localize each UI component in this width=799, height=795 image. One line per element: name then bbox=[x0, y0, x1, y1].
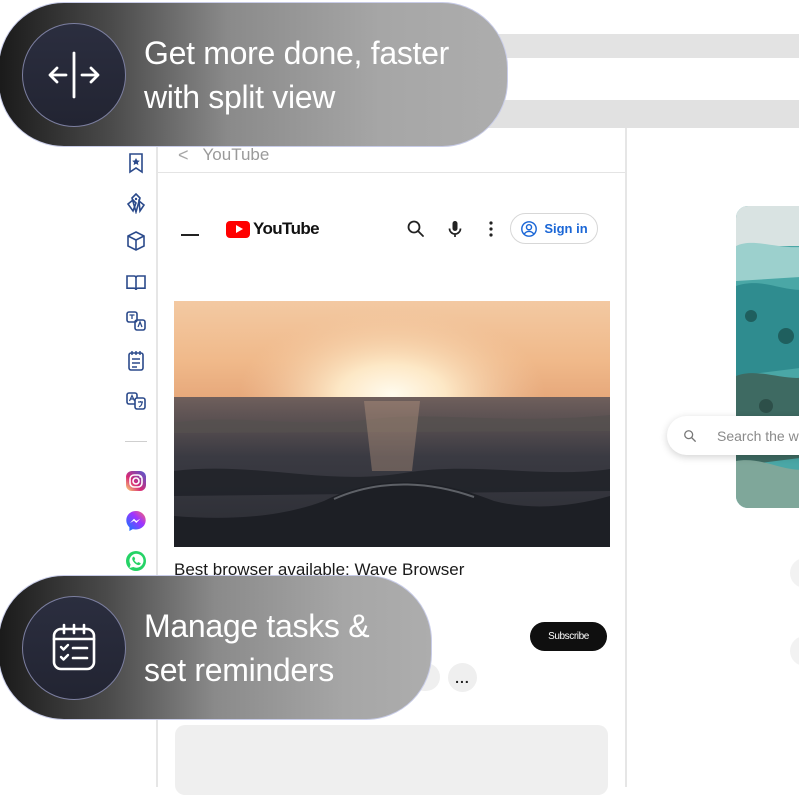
pane-title: YouTube bbox=[202, 145, 270, 164]
more-actions-button[interactable]: ... bbox=[448, 663, 477, 692]
feature-split-view-text: Get more done, faster with split view bbox=[144, 31, 449, 119]
video-thumbnail[interactable] bbox=[174, 301, 610, 547]
language-icon[interactable] bbox=[125, 390, 147, 412]
content-placeholder-card bbox=[175, 725, 608, 795]
reading-book-icon[interactable] bbox=[125, 271, 147, 293]
search-icon[interactable] bbox=[406, 219, 426, 239]
feature-line: Get more done, faster bbox=[144, 34, 449, 71]
messenger-icon[interactable] bbox=[125, 510, 147, 532]
hamburger-menu-icon[interactable] bbox=[181, 234, 199, 236]
search-bar[interactable] bbox=[667, 416, 799, 455]
sign-in-button[interactable]: Sign in bbox=[510, 213, 598, 244]
youtube-logo[interactable]: YouTube bbox=[226, 219, 320, 239]
right-pane-button[interactable] bbox=[790, 558, 799, 588]
instagram-icon[interactable] bbox=[125, 470, 147, 492]
whatsapp-icon[interactable] bbox=[125, 550, 147, 572]
shopping-tag-icon[interactable] bbox=[125, 192, 147, 214]
back-chevron-icon[interactable]: < bbox=[178, 145, 189, 166]
youtube-play-icon bbox=[226, 220, 250, 238]
right-pane-button[interactable] bbox=[790, 636, 799, 666]
feature-line: set reminders bbox=[144, 651, 334, 688]
feature-task-manager: Manage tasks & set reminders bbox=[0, 575, 432, 720]
feature-split-view: Get more done, faster with split view bbox=[0, 2, 508, 147]
browser-address-strip bbox=[470, 100, 799, 128]
pane-nav-separator bbox=[158, 172, 625, 173]
search-input[interactable] bbox=[717, 427, 799, 444]
subscribe-button[interactable]: Subscribe bbox=[530, 622, 607, 651]
translate-icon[interactable] bbox=[125, 310, 147, 332]
feature-line: with split view bbox=[144, 78, 336, 115]
bookmark-icon[interactable] bbox=[125, 152, 147, 174]
browser-tab-strip bbox=[470, 34, 799, 58]
notes-icon[interactable] bbox=[125, 350, 147, 372]
ocean-photo bbox=[736, 206, 799, 508]
sign-in-label: Sign in bbox=[544, 221, 588, 236]
more-vertical-icon[interactable] bbox=[481, 219, 501, 239]
youtube-logo-text: YouTube bbox=[253, 219, 320, 238]
task-list-icon bbox=[22, 595, 126, 700]
sidebar-separator bbox=[125, 441, 147, 442]
feature-task-manager-text: Manage tasks & set reminders bbox=[144, 604, 370, 692]
package-icon[interactable] bbox=[125, 230, 147, 252]
feature-line: Manage tasks & bbox=[144, 607, 370, 644]
microphone-icon[interactable] bbox=[445, 219, 465, 239]
split-view-divider[interactable] bbox=[625, 128, 627, 787]
account-icon bbox=[521, 220, 538, 237]
split-view-icon bbox=[22, 22, 126, 127]
search-icon bbox=[684, 429, 696, 442]
